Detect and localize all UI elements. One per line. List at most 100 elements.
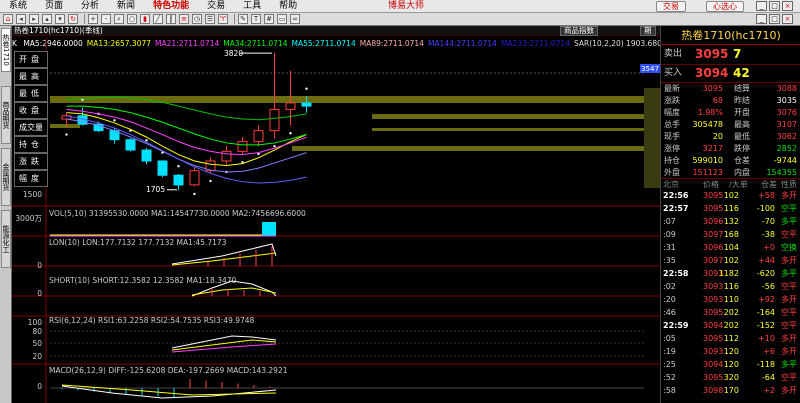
high-button[interactable]: 最高: [14, 68, 48, 85]
menu-page[interactable]: 页面: [36, 0, 72, 13]
stat-value: 1.98%: [697, 108, 723, 117]
tick-nature: 多开: [781, 386, 797, 395]
buy-row[interactable]: 买入 3094 42: [661, 64, 800, 80]
range-button[interactable]: 幅度: [14, 170, 48, 187]
tick-volume: 116: [723, 282, 739, 291]
stat-row: 涨跌 68 昨结 3035: [661, 95, 800, 107]
up-icon[interactable]: ▴: [42, 14, 52, 24]
maximize-icon[interactable]: □: [769, 1, 780, 11]
stat-value: 68: [712, 96, 723, 105]
menu-features[interactable]: 特色功能: [144, 0, 198, 13]
axis-label-volume: 3000万: [15, 214, 42, 223]
grid-icon[interactable]: #: [264, 14, 274, 24]
low-annotation: 1705: [146, 185, 165, 194]
candle-icon[interactable]: ┃: [166, 14, 176, 24]
futures-tag[interactable]: 期: [640, 26, 656, 36]
bar-chart-icon[interactable]: ▮: [140, 14, 150, 24]
index-tag[interactable]: 商品指数: [560, 26, 598, 36]
tick-oi-change: -64: [761, 373, 775, 382]
tick-row: :07 3096 132 -70 多平: [661, 216, 800, 228]
panel-close-icon[interactable]: ×: [782, 14, 793, 24]
zoom-out-icon[interactable]: -: [101, 14, 111, 24]
tick-row: :20 3093 110 +92 多开: [661, 294, 800, 306]
text-icon[interactable]: T: [251, 14, 261, 24]
tick-time: :20: [663, 295, 676, 304]
axis-label-100: 100: [28, 318, 43, 327]
tick-price: 3093: [703, 295, 724, 304]
low-button[interactable]: 最低: [14, 85, 48, 102]
kline-chart[interactable]: 38201705354715003000万VOL(5,10) 31395530.…: [12, 38, 660, 403]
menu-trade[interactable]: 交易: [198, 0, 234, 13]
tick-list[interactable]: 22:56 3095 102 +58 多开 22:57 3095 116 -100…: [661, 190, 800, 400]
trade-button[interactable]: 交易: [656, 1, 686, 12]
side-tab-commodity[interactable]: 商品期货: [1, 86, 11, 144]
sell-price: 3095: [695, 47, 729, 61]
tick-header: 北京 价格 /大单 仓差 性质: [661, 178, 800, 189]
tick-time: :25: [663, 360, 676, 369]
panel-minimize-icon[interactable]: _: [756, 14, 767, 24]
stat-label: 跌停: [734, 144, 750, 153]
contract-title: 热卷1710(hc1710): [661, 26, 800, 45]
tick-icon[interactable]: ≡: [179, 14, 189, 24]
candle-body: [221, 150, 232, 162]
cup-icon[interactable]: ♈: [218, 14, 228, 24]
tick-oi-change: +92: [758, 295, 775, 304]
close-button[interactable]: 收盘: [14, 102, 48, 119]
candle-body: [157, 160, 168, 176]
tick-oi-change: +44: [758, 256, 775, 265]
menu-help[interactable]: 帮助: [270, 0, 306, 13]
menu-system[interactable]: 系统: [0, 0, 36, 13]
clock-icon[interactable]: ◷: [192, 14, 202, 24]
tick-row: 22:59 3094 202 -152 空平: [661, 320, 800, 332]
line-chart-icon[interactable]: ╱: [153, 14, 163, 24]
home-icon[interactable]: ⌂: [3, 14, 13, 24]
toolbar-divider: [84, 14, 85, 24]
tick-time: :46: [663, 308, 676, 317]
menu-tools[interactable]: 工具: [234, 0, 270, 13]
tick-oi-change: -38: [761, 230, 775, 239]
side-tab-energy[interactable]: 能源化工: [1, 210, 11, 268]
list-icon[interactable]: ☰: [205, 14, 215, 24]
down-icon[interactable]: ▾: [55, 14, 65, 24]
tick-price: 3093: [703, 282, 724, 291]
menu-analysis[interactable]: 分析: [72, 0, 108, 13]
tick-volume: 168: [723, 230, 739, 239]
panel-restore-icon[interactable]: □: [769, 14, 780, 24]
axis-label-zero: 0: [37, 261, 42, 270]
side-tab-contract[interactable]: 热卷1710: [1, 28, 11, 72]
tick-row: 22:56 3095 102 +58 多开: [661, 190, 800, 202]
open-interest-button[interactable]: 持仓: [14, 136, 48, 153]
candle-body: [301, 102, 312, 107]
zoom-in-icon[interactable]: +: [88, 14, 98, 24]
stat-value: 3035: [776, 96, 797, 105]
buy-qty: 42: [733, 66, 750, 80]
tick-price: 3095: [703, 373, 724, 382]
sell-row[interactable]: 卖出 3095 7: [661, 46, 800, 62]
tick-oi-change: +10: [758, 334, 775, 343]
tick-nature: 多平: [781, 217, 797, 226]
tick-nature: 多开: [781, 295, 797, 304]
link-icon[interactable]: ∞: [290, 14, 300, 24]
stat-value: 3217: [702, 144, 723, 153]
draw-icon[interactable]: ✎: [238, 14, 248, 24]
close-icon[interactable]: ×: [782, 1, 793, 11]
side-tab-metal[interactable]: 金属期货: [1, 148, 11, 206]
heart-button[interactable]: 心选心: [706, 1, 744, 12]
menu-news[interactable]: 新闻: [108, 0, 144, 13]
window-icon[interactable]: ▭: [277, 14, 287, 24]
tick-header-price: 价格: [703, 180, 719, 189]
change-button[interactable]: 涨跌: [14, 153, 48, 170]
open-button[interactable]: 开盘: [14, 51, 48, 68]
tick-volume: 170: [723, 386, 739, 395]
volume-button[interactable]: 成交量: [14, 119, 48, 136]
refresh-icon[interactable]: ↻: [68, 14, 78, 24]
forward-icon[interactable]: ▸: [29, 14, 39, 24]
back-icon[interactable]: ◂: [16, 14, 26, 24]
tick-price: 3093: [703, 347, 724, 356]
magnifier-icon[interactable]: ○: [127, 14, 137, 24]
minimize-icon[interactable]: _: [756, 1, 767, 11]
tick-volume: 104: [723, 243, 739, 252]
volume-profile-bar: [292, 146, 644, 151]
tick-price: 3094: [703, 321, 724, 330]
search-icon[interactable]: ⌕: [114, 14, 124, 24]
